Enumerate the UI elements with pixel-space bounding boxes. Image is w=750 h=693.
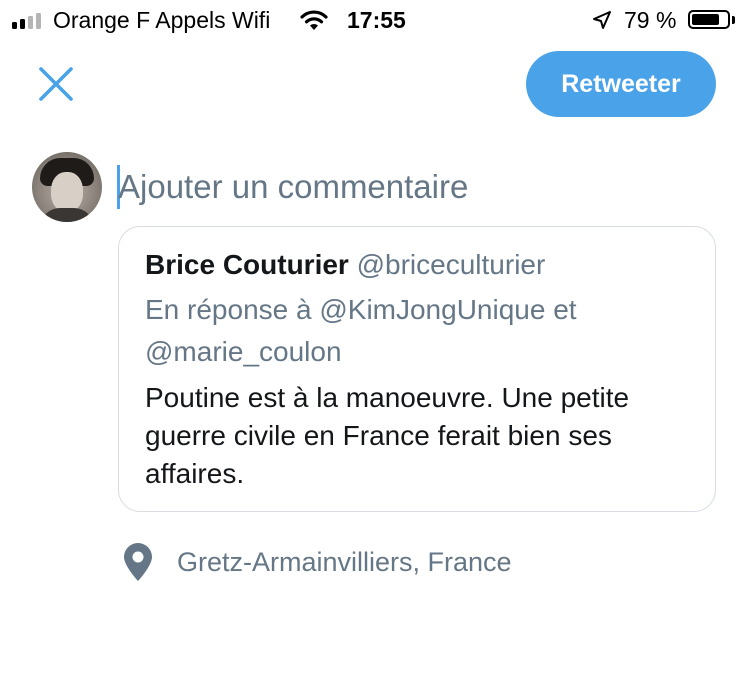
quoted-tweet-card[interactable]: Brice Couturier @briceculturier En répon… (118, 226, 716, 512)
battery-level-fill (692, 14, 719, 25)
tweet-author-name: Brice Couturier (145, 249, 349, 280)
status-time: 17:55 (347, 7, 406, 33)
location-arrow-icon (593, 11, 611, 29)
location-label[interactable]: Gretz-Armainvilliers, France (177, 547, 512, 578)
tweet-text: Poutine est à la manoeuvre. Une petite g… (145, 382, 630, 489)
battery-percent: 79 % (624, 7, 677, 33)
signal-icon (12, 13, 46, 29)
avatar[interactable] (32, 152, 102, 222)
tweet-reply-to: En réponse à @KimJongUnique et @marie_co… (145, 294, 577, 367)
comment-input[interactable] (118, 164, 698, 210)
map-pin-icon[interactable] (121, 542, 155, 582)
retweet-button[interactable]: Retweeter (526, 51, 716, 117)
avatar-shirt (40, 208, 94, 222)
tweet-author-handle: @briceculturier (356, 249, 546, 280)
battery-nub (732, 16, 735, 24)
close-icon[interactable] (36, 64, 76, 104)
battery-icon (688, 10, 730, 29)
avatar-face (51, 172, 83, 212)
status-bar: Orange F Appels Wifi 17:55 79 % (0, 0, 750, 44)
wifi-icon (300, 10, 328, 30)
carrier-name: Orange F Appels Wifi (53, 7, 271, 33)
tweet-author-line: Brice Couturier @briceculturier (145, 249, 545, 281)
